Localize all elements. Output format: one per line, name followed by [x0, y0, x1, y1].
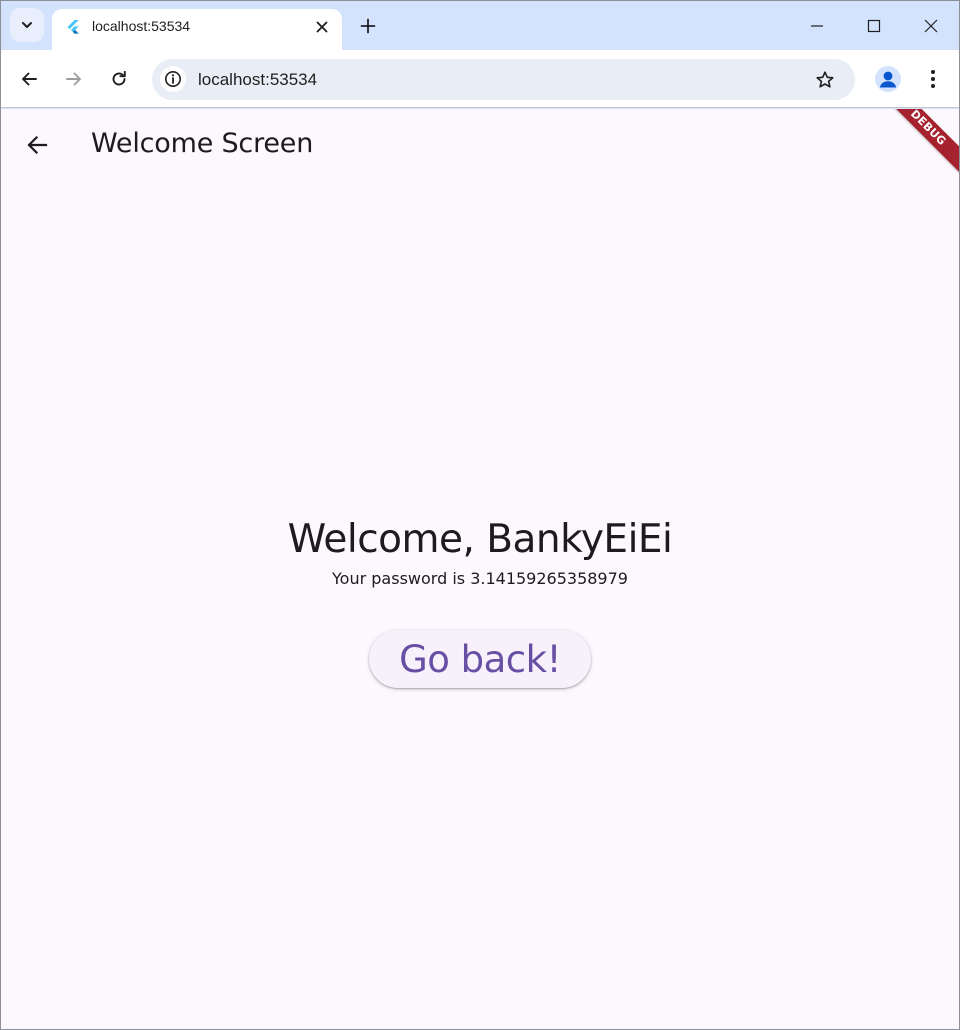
tab-close-button[interactable]	[312, 17, 332, 37]
close-window-button[interactable]	[913, 9, 949, 43]
arrow-left-icon	[22, 72, 37, 86]
reload-button[interactable]	[103, 63, 135, 95]
forward-button[interactable]	[58, 63, 90, 95]
star-icon	[816, 71, 834, 88]
reload-icon	[112, 70, 126, 86]
site-info-button[interactable]	[160, 66, 186, 92]
profile-button[interactable]	[875, 66, 901, 92]
browser-menu-button[interactable]	[919, 64, 947, 94]
chevron-down-icon	[22, 22, 32, 28]
minimize-icon	[811, 25, 823, 27]
app-viewport: Welcome Screen DEBUG Welcome, BankyEiEi …	[1, 109, 959, 1029]
flutter-logo-icon	[67, 20, 79, 34]
address-bar[interactable]: localhost:53534	[152, 59, 855, 100]
address-url: localhost:53534	[198, 70, 318, 89]
kebab-menu-icon	[931, 70, 935, 88]
new-tab-button[interactable]	[355, 13, 381, 39]
bookmark-button[interactable]	[813, 68, 837, 92]
arrow-left-icon	[27, 135, 48, 155]
minimize-button[interactable]	[799, 9, 835, 43]
appbar-back-button[interactable]	[17, 125, 57, 165]
welcome-heading: Welcome, BankyEiEi	[287, 517, 673, 562]
browser-tab[interactable]: localhost:53534	[52, 9, 342, 50]
password-text: Your password is 3.14159265358979	[332, 569, 628, 588]
welcome-content: Welcome, BankyEiEi Your password is 3.14…	[1, 514, 959, 688]
plus-icon	[360, 18, 376, 34]
tab-search-button[interactable]	[10, 8, 44, 42]
back-button[interactable]	[13, 63, 45, 95]
browser-window: localhost:53534 localhost:53534 Welcome …	[0, 0, 960, 1030]
page-title: Welcome Screen	[91, 128, 314, 159]
tab-title: localhost:53534	[92, 18, 191, 34]
tab-strip: localhost:53534	[1, 1, 959, 50]
close-icon	[924, 19, 938, 33]
maximize-button[interactable]	[856, 9, 892, 43]
browser-toolbar: localhost:53534	[1, 50, 959, 108]
person-icon	[879, 71, 897, 88]
go-back-button[interactable]: Go back!	[369, 630, 591, 688]
maximize-icon	[867, 19, 881, 33]
app-bar: Welcome Screen	[1, 109, 959, 181]
info-icon	[165, 71, 181, 87]
arrow-right-icon	[66, 72, 81, 86]
close-icon	[316, 21, 328, 33]
